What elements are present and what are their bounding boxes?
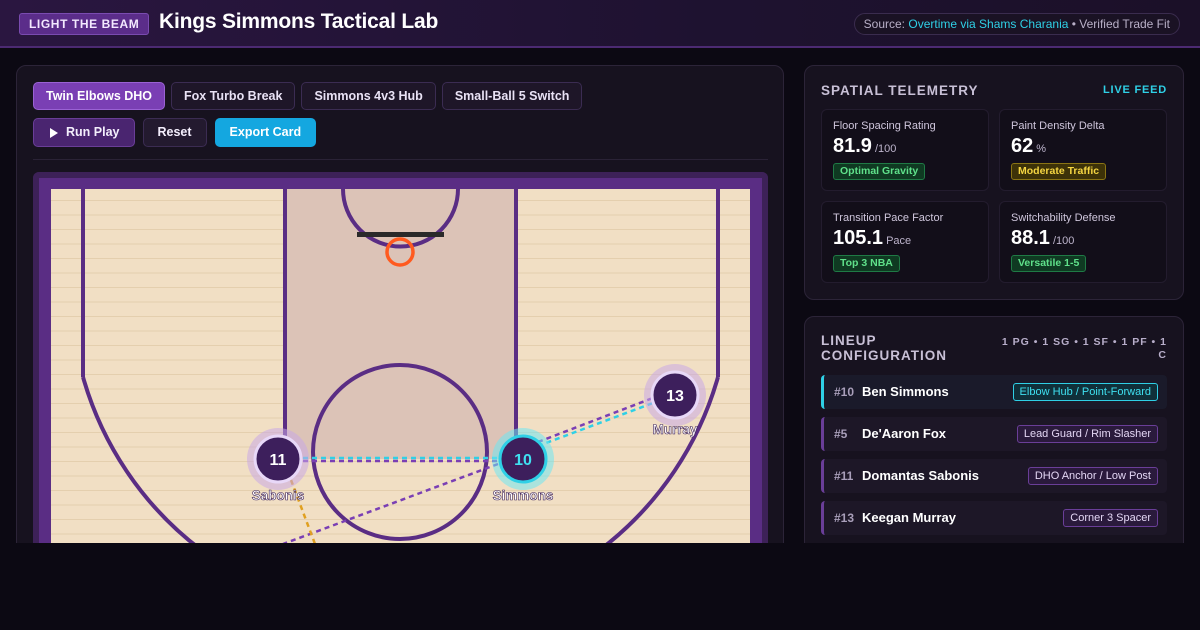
viewport-cutoff <box>0 543 1200 630</box>
play-designer-panel: Twin Elbows DHO Fox Turbo Break Simmons … <box>16 65 784 585</box>
metric-unit: /100 <box>1052 235 1075 247</box>
export-card-button[interactable]: Export Card <box>214 118 317 147</box>
player-role-badge: Corner 3 Spacer <box>1063 509 1158 527</box>
marker-name: Sabonis <box>252 488 305 503</box>
metric-label: Transition Pace Factor <box>833 212 944 224</box>
marker-name: Murray <box>652 422 698 437</box>
metric-unit: /100 <box>874 143 897 155</box>
player-role-badge: Elbow Hub / Point-Forward <box>1012 383 1158 401</box>
player-number: #5 <box>834 427 848 441</box>
source-pill: Source: Overtime via Shams Charania • Ve… <box>853 13 1180 35</box>
brand-badge: LIGHT THE BEAM <box>19 13 150 35</box>
lineup-row[interactable]: #10 Ben Simmons Elbow Hub / Point-Forwar… <box>821 375 1167 409</box>
metric-tag: Moderate Traffic <box>1011 163 1107 180</box>
play-controls: Run Play Reset Export Card <box>33 118 317 147</box>
tab-small-ball-5-switch[interactable]: Small-Ball 5 Switch <box>441 82 583 110</box>
metric-tag: Versatile 1-5 <box>1011 255 1087 272</box>
run-play-label: Run Play <box>66 125 120 139</box>
metric-tag: Top 3 NBA <box>833 255 900 272</box>
metric-value: 105.1 Pace <box>833 227 911 250</box>
player-marker-murray[interactable]: 13 Murray <box>644 364 706 437</box>
backboard <box>357 232 444 237</box>
lineup-row[interactable]: #13 Keegan Murray Corner 3 Spacer <box>821 501 1167 535</box>
metric-label: Floor Spacing Rating <box>833 120 936 132</box>
metric-value: 62% <box>1011 135 1046 158</box>
player-number: #10 <box>834 385 855 399</box>
live-feed-badge: LIVE FEED <box>1102 84 1167 96</box>
metric-number: 105.1 <box>833 227 884 249</box>
metric-switchability: Switchability Defense 88.1/100 Versatile… <box>999 201 1167 283</box>
metric-number: 62 <box>1011 135 1034 157</box>
marker-number: 11 <box>270 452 287 469</box>
telemetry-panel: SPATIAL TELEMETRY LIVE FEED Floor Spacin… <box>804 65 1184 300</box>
court-svg: 11 Sabonis 10 Simmons 13 Murray <box>33 172 768 582</box>
marker-number: 10 <box>514 452 532 469</box>
source-prefix: Source: <box>863 17 909 31</box>
tab-fox-turbo-break[interactable]: Fox Turbo Break <box>171 82 296 110</box>
player-role-badge: Lead Guard / Rim Slasher <box>1016 425 1158 443</box>
player-number: #11 <box>834 469 854 483</box>
metric-tag: Optimal Gravity <box>833 163 926 180</box>
lineup-row[interactable]: #11 Domantas Sabonis DHO Anchor / Low Po… <box>821 459 1167 493</box>
play-tabs: Twin Elbows DHO Fox Turbo Break Simmons … <box>33 82 583 110</box>
player-number: #13 <box>834 511 855 525</box>
player-name: Domantas Sabonis <box>862 468 980 483</box>
run-play-button[interactable]: Run Play <box>33 118 135 147</box>
top-bar: LIGHT THE BEAM Kings Simmons Tactical La… <box>0 0 1200 48</box>
metric-transition-pace: Transition Pace Factor 105.1 Pace Top 3 N… <box>821 201 989 283</box>
source-suffix: • Verified Trade Fit <box>1068 17 1170 31</box>
player-marker-simmons[interactable]: 10 Simmons <box>492 428 554 503</box>
metric-unit: % <box>1036 143 1047 155</box>
metric-number: 81.9 <box>833 135 872 157</box>
divider <box>33 159 768 160</box>
court[interactable]: 11 Sabonis 10 Simmons 13 Murray <box>33 172 768 582</box>
player-role-badge: DHO Anchor / Low Post <box>1027 467 1158 485</box>
reset-button[interactable]: Reset <box>142 118 207 147</box>
marker-name: Simmons <box>493 488 554 503</box>
tab-simmons-4v3-hub[interactable]: Simmons 4v3 Hub <box>301 82 436 110</box>
play-icon <box>50 127 58 138</box>
player-name: Ben Simmons <box>862 384 949 399</box>
app-title: Kings Simmons Tactical Lab <box>159 10 439 33</box>
telemetry-title: SPATIAL TELEMETRY <box>821 83 979 98</box>
lineup-positions: 1 PG • 1 SG • 1 SF • 1 PF • 1 C <box>1001 336 1167 361</box>
metric-value: 88.1/100 <box>1011 227 1074 250</box>
metric-number: 88.1 <box>1011 227 1050 249</box>
source-link[interactable]: Overtime via Shams Charania <box>908 17 1068 31</box>
tab-twin-elbows-dho[interactable]: Twin Elbows DHO <box>33 82 166 110</box>
metric-paint-density: Paint Density Delta 62% Moderate Traffic <box>999 109 1167 191</box>
player-name: De'Aaron Fox <box>862 426 946 441</box>
marker-number: 13 <box>666 388 684 405</box>
player-name: Keegan Murray <box>862 510 956 525</box>
metric-floor-spacing: Floor Spacing Rating 81.9/100 Optimal Gr… <box>821 109 989 191</box>
lineup-title: LINEUP CONFIGURATION <box>821 333 947 363</box>
metric-unit: Pace <box>886 235 912 247</box>
lineup-row[interactable]: #5 De'Aaron Fox Lead Guard / Rim Slasher <box>821 417 1167 451</box>
metric-label: Paint Density Delta <box>1011 120 1105 132</box>
player-marker-sabonis[interactable]: 11 Sabonis <box>247 428 309 503</box>
metric-label: Switchability Defense <box>1011 212 1116 224</box>
metric-value: 81.9/100 <box>833 135 896 158</box>
